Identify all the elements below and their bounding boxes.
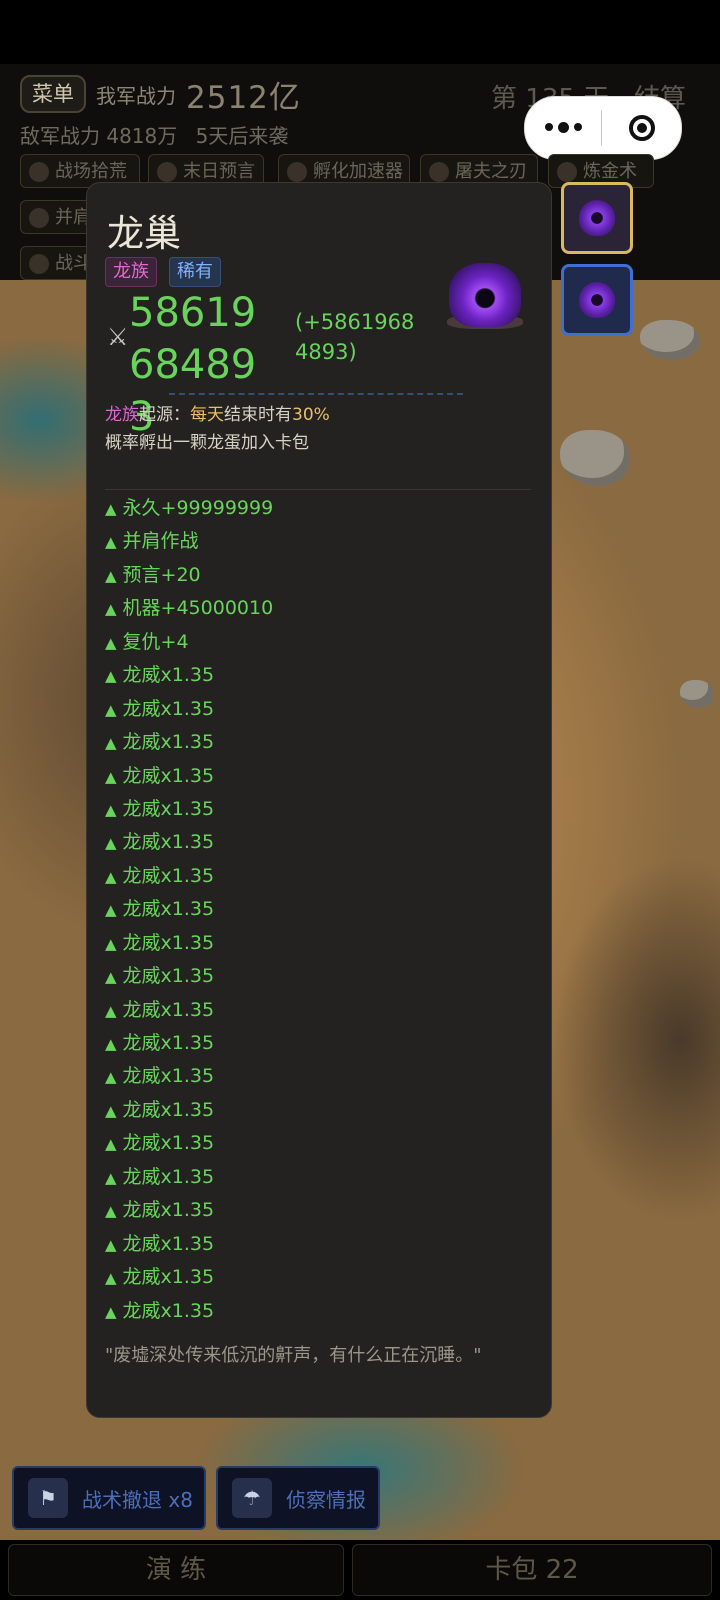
- dragon-nest-icon: [579, 200, 615, 236]
- purple-crystal-icon: [579, 282, 615, 318]
- scout-intel-button[interactable]: ☂ 侦察情报: [216, 1466, 380, 1530]
- army-power-label: 我军战力: [96, 83, 176, 108]
- accelerator-icon: [287, 162, 307, 182]
- flavor-quote: "废墟深处传来低沉的鼾声，有什么正在沉睡。": [105, 1345, 482, 1366]
- bonus-item: ▲ 龙威x1.35: [105, 731, 215, 754]
- bonus-item: ▲ 龙威x1.35: [105, 1232, 215, 1255]
- dashed-divider: [169, 393, 463, 395]
- chip-label: 战场拾荒: [55, 161, 127, 182]
- bonus-item: ▲ 龙威x1.35: [105, 1065, 215, 1088]
- scavenge-icon: [29, 162, 49, 182]
- bonus-item: ▲ 龙威x1.35: [105, 1032, 215, 1054]
- enemy-attack-countdown: 5天后来袭: [195, 124, 289, 148]
- card-title: 龙巢: [107, 212, 181, 255]
- battle-icon: [29, 254, 49, 274]
- bonus-item: ▲ 龙威x1.35: [105, 1266, 215, 1289]
- chip-label: 屠夫之刃: [455, 161, 527, 182]
- enemy-power: 敌军战力 4818万: [20, 124, 178, 148]
- bonus-item: ▲ 龙威x1.35: [105, 998, 215, 1021]
- origin-mid: 结束时有: [224, 405, 292, 425]
- bonus-item: ▲ 机器+45000010: [105, 597, 274, 620]
- dragon-nest-icon: [445, 253, 525, 333]
- more-icon[interactable]: [525, 121, 601, 133]
- section-divider: [105, 489, 531, 490]
- bonus-item: ▲ 龙威x1.35: [105, 697, 215, 720]
- bonus-item: ▲ 龙威x1.35: [105, 1299, 215, 1322]
- bonus-item: ▲ 龙威x1.35: [105, 1199, 215, 1222]
- origin-end: 概率孵出一颗龙蛋加入卡包: [105, 433, 309, 453]
- miniprogram-capsule: [524, 96, 682, 160]
- origin-description: 龙族起源：每天结束时有30% 概率孵出一颗龙蛋加入卡包: [105, 401, 525, 457]
- enemy-info: 敌军战力 4818万 5天后来袭: [20, 120, 300, 149]
- chip-label: 炼金术: [583, 161, 637, 182]
- rock: [680, 680, 714, 708]
- bonus-list: ▲ 永久+99999999 ▲ 并肩作战 ▲ 预言+20 ▲ 机器+45000010 ▲…: [105, 492, 273, 1328]
- bonus-item: ▲ 龙威x1.35: [105, 864, 215, 887]
- close-miniprogram-icon[interactable]: [602, 115, 681, 141]
- bonus-item: ▲ 龙威x1.35: [105, 931, 215, 954]
- item-slot-dragon-nest[interactable]: [561, 182, 633, 254]
- tactical-retreat-button[interactable]: ⚑ 战术撤退 x8: [12, 1466, 206, 1530]
- origin-day: 每天: [190, 405, 224, 425]
- prophecy-icon: [157, 162, 177, 182]
- bonus-item: ▲ 复仇+4: [105, 630, 189, 653]
- origin-race: 龙族: [105, 405, 139, 425]
- bonus-item: ▲ 龙威x1.35: [105, 664, 215, 687]
- bonus-item: ▲ 永久+99999999: [105, 497, 274, 519]
- army-power-value: 2512亿: [186, 79, 301, 116]
- rarity-tag: 稀有: [169, 257, 221, 287]
- flag-icon: ⚑: [28, 1478, 68, 1518]
- bonus-item: ▲ 龙威x1.35: [105, 1165, 215, 1188]
- menu-button[interactable]: 菜单: [20, 75, 86, 113]
- alchemy-icon: [557, 162, 577, 182]
- bonus-item: ▲ 并肩作战: [105, 530, 199, 553]
- chip-label: 孵化加速器: [313, 161, 403, 182]
- rock: [560, 430, 630, 486]
- chip-label: 末日预言: [183, 161, 255, 182]
- bonus-item: ▲ 龙威x1.35: [105, 1098, 215, 1121]
- card-power-delta: (+58619684893): [295, 310, 415, 364]
- shield-icon: [29, 208, 49, 228]
- bonus-item: ▲ 预言+20: [105, 563, 201, 586]
- parachute-icon: ☂: [232, 1478, 272, 1518]
- blade-icon: [429, 162, 449, 182]
- crossed-swords-icon: ⚔: [107, 323, 129, 351]
- item-slot-crystal[interactable]: [561, 264, 633, 336]
- race-tag: 龙族: [105, 257, 157, 287]
- rock: [640, 320, 700, 360]
- bonus-item: ▲ 龙威x1.35: [105, 831, 215, 854]
- scout-intel-label: 侦察情报: [286, 1487, 366, 1512]
- hud-top-row: 菜单 我军战力 2512亿: [20, 74, 301, 116]
- train-button[interactable]: 演 练: [8, 1544, 344, 1596]
- card-detail-panel: 龙巢 龙族 稀有 ⚔ 58619684893 (+58619684893) 龙族…: [86, 182, 552, 1418]
- bonus-item: ▲ 龙威x1.35: [105, 764, 215, 787]
- deck-button[interactable]: 卡包 22: [352, 1544, 712, 1596]
- bonus-item: ▲ 龙威x1.35: [105, 797, 215, 820]
- bonus-item: ▲ 龙威x1.35: [105, 965, 215, 988]
- bonus-item: ▲ 龙威x1.35: [105, 898, 215, 921]
- bonus-item: ▲ 龙威x1.35: [105, 1132, 215, 1155]
- origin-percent: 30%: [292, 405, 330, 425]
- origin-label: 起源：: [139, 405, 190, 425]
- tactical-retreat-label: 战术撤退 x8: [82, 1487, 193, 1512]
